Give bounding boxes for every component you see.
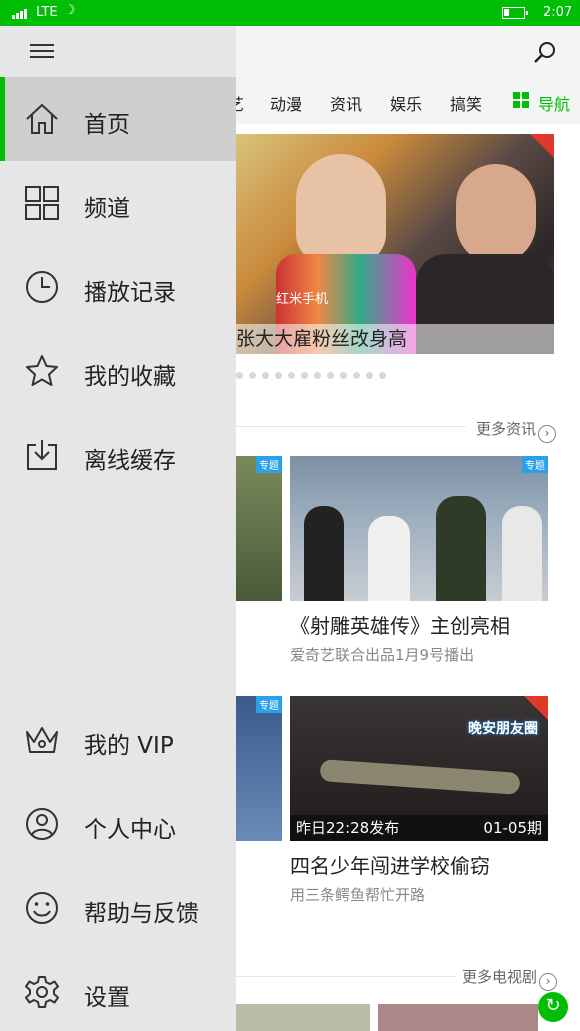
navigation-drawer: 首页 频道 播放记录 我的收藏 离线缓存 我的 VIP 个人中心 帮助与反馈 设… (0, 26, 236, 1031)
tab-anime[interactable]: 动漫 (270, 91, 302, 115)
nav-link[interactable]: 导航 (538, 91, 570, 115)
card-title[interactable]: 四名少年闯进学校偷窃 (290, 850, 490, 879)
drawer-item-label: 我的 VIP (84, 733, 174, 759)
gear-icon (25, 976, 59, 1008)
drawer-item-label: 帮助与反馈 (84, 901, 199, 927)
corner-tag (524, 696, 548, 720)
drawer-item-settings[interactable]: 设置 (0, 950, 236, 1031)
network-type: LTE (36, 5, 58, 20)
card-overlay: 昨日22:28发布 01-05期 (290, 815, 548, 841)
banner-watermark: 红米手机 (276, 292, 329, 307)
card-thumbnail-partial[interactable] (236, 1004, 370, 1031)
topic-tag: 专题 (522, 456, 548, 473)
drawer-item-channels[interactable]: 频道 (0, 161, 236, 245)
drawer-item-favorites[interactable]: 我的收藏 (0, 329, 236, 413)
card-title[interactable]: 《射雕英雄传》主创亮相 (290, 610, 510, 639)
drawer-item-help[interactable]: 帮助与反馈 (0, 866, 236, 950)
card-thumbnail[interactable]: 晚安朋友圈 昨日22:28发布 01-05期 (290, 696, 548, 841)
drawer-item-vip[interactable]: 我的 VIP (0, 698, 236, 782)
card-thumbnail[interactable]: 专题 (290, 456, 548, 601)
card-thumbnail-partial[interactable]: 专题 (236, 456, 282, 601)
card-subtitle: 爱奇艺联合出品1月9号播出 (290, 646, 475, 664)
episode-label: 01-05期 (483, 819, 542, 837)
drawer-item-label: 我的收藏 (84, 364, 176, 390)
drawer-item-history[interactable]: 播放记录 (0, 245, 236, 329)
card-thumbnail-partial[interactable] (378, 1004, 538, 1031)
tab-entertainment[interactable]: 娱乐 (390, 91, 422, 115)
more-news-link[interactable]: 更多资讯 › (476, 418, 557, 443)
carousel-dots (236, 372, 386, 379)
tab-funny[interactable]: 搞笑 (450, 91, 482, 115)
banner-person (296, 154, 386, 264)
card-thumbnail-partial[interactable]: 专题 (236, 696, 282, 841)
person-icon (26, 808, 58, 840)
tab-news[interactable]: 资讯 (330, 91, 362, 115)
hero-banner[interactable]: 红米手机 张大大雇粉丝改身高 (236, 134, 554, 354)
card-subtitle: 用三条鳄鱼帮忙开路 (290, 886, 426, 904)
chevron-right-icon: › (539, 973, 558, 991)
drawer-item-home[interactable]: 首页 (0, 77, 236, 161)
show-logo: 晚安朋友圈 (468, 721, 538, 737)
home-icon (26, 103, 58, 134)
drawer-item-label: 首页 (84, 112, 130, 138)
windows-icon[interactable] (513, 92, 529, 108)
publish-time: 昨日22:28发布 (296, 819, 400, 837)
star-icon (26, 355, 58, 386)
crown-icon (26, 727, 58, 753)
search-icon[interactable] (533, 40, 557, 64)
clock-icon (26, 271, 58, 303)
drawer-item-profile[interactable]: 个人中心 (0, 782, 236, 866)
smiley-icon (26, 892, 58, 924)
more-tv-link[interactable]: 更多电视剧 › (462, 966, 558, 991)
corner-tag (530, 134, 554, 158)
drawer-item-label: 个人中心 (84, 817, 176, 843)
grid-icon (25, 186, 59, 220)
refresh-icon[interactable]: ↻ (538, 992, 568, 1022)
signal-icon (12, 9, 27, 19)
banner-caption: 张大大雇粉丝改身高 (236, 328, 408, 350)
drawer-item-offline[interactable]: 离线缓存 (0, 413, 236, 497)
moon-icon: ☽ (64, 3, 76, 18)
status-bar: LTE ☽ 2:07 (0, 0, 580, 26)
banner-person (456, 164, 536, 264)
battery-icon (502, 7, 528, 19)
divider (236, 976, 456, 977)
drawer-item-label: 频道 (84, 196, 130, 222)
download-icon (27, 440, 57, 470)
hamburger-menu-icon[interactable] (30, 44, 54, 62)
drawer-item-label: 播放记录 (84, 280, 176, 306)
drawer-item-label: 设置 (84, 985, 130, 1011)
drawer-item-label: 离线缓存 (84, 448, 176, 474)
clock: 2:07 (543, 5, 573, 20)
divider (236, 426, 466, 427)
chevron-right-icon: › (538, 425, 557, 443)
